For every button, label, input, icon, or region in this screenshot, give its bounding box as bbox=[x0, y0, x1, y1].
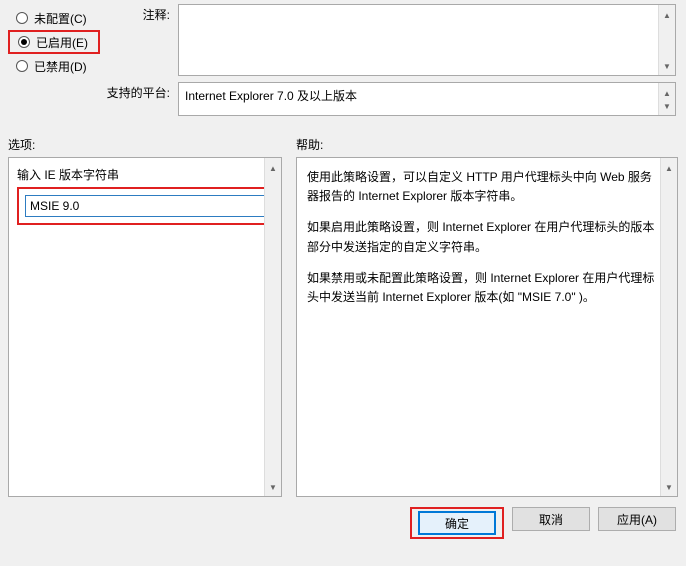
ok-button[interactable]: 确定 bbox=[418, 511, 496, 535]
scroll-down-icon[interactable]: ▼ bbox=[661, 479, 677, 496]
radio-label: 已禁用(D) bbox=[34, 58, 87, 75]
scroll-down-icon[interactable]: ▼ bbox=[265, 479, 281, 496]
comment-label: 注释: bbox=[100, 4, 178, 23]
options-label: 选项: bbox=[8, 136, 296, 153]
platform-box: Internet Explorer 7.0 及以上版本 ▲ ▼ bbox=[178, 82, 676, 116]
radio-icon bbox=[16, 12, 28, 24]
apply-button[interactable]: 应用(A) bbox=[598, 507, 676, 531]
radio-label: 已启用(E) bbox=[36, 34, 88, 51]
scrollbar[interactable]: ▲ ▼ bbox=[658, 83, 675, 115]
help-label: 帮助: bbox=[296, 136, 678, 153]
scroll-up-icon[interactable]: ▲ bbox=[265, 158, 281, 175]
radio-enabled[interactable]: 已启用(E) bbox=[8, 30, 100, 54]
scrollbar[interactable]: ▲ ▼ bbox=[660, 158, 677, 496]
radio-disabled[interactable]: 已禁用(D) bbox=[8, 54, 100, 78]
scrollbar[interactable]: ▲ ▼ bbox=[264, 158, 281, 496]
scroll-up-icon[interactable]: ▲ bbox=[661, 158, 677, 175]
platform-text: Internet Explorer 7.0 及以上版本 bbox=[185, 89, 357, 103]
scroll-up-icon[interactable]: ▲ bbox=[659, 5, 675, 22]
button-bar: 确定 取消 应用(A) bbox=[0, 497, 686, 539]
ok-highlight: 确定 bbox=[410, 507, 504, 539]
help-paragraph: 如果禁用或未配置此策略设置，则 Internet Explorer 在用户代理标… bbox=[307, 269, 655, 307]
ie-version-input[interactable] bbox=[25, 195, 265, 217]
radio-icon bbox=[16, 60, 28, 72]
scroll-down-icon[interactable]: ▼ bbox=[659, 98, 675, 115]
help-content: 使用此策略设置，可以自定义 HTTP 用户代理标头中向 Web 服务器报告的 I… bbox=[297, 158, 677, 329]
help-panel: 使用此策略设置，可以自定义 HTTP 用户代理标头中向 Web 服务器报告的 I… bbox=[296, 157, 678, 497]
option-input-highlight bbox=[17, 187, 273, 225]
cancel-button[interactable]: 取消 bbox=[512, 507, 590, 531]
comment-textarea[interactable]: ▲ ▼ bbox=[178, 4, 676, 76]
option-caption: 输入 IE 版本字符串 bbox=[9, 158, 281, 185]
radio-group: 未配置(C) 已启用(E) 已禁用(D) bbox=[8, 4, 100, 122]
radio-icon bbox=[18, 36, 30, 48]
radio-label: 未配置(C) bbox=[34, 10, 87, 27]
platform-label: 支持的平台: bbox=[100, 82, 178, 101]
scrollbar[interactable]: ▲ ▼ bbox=[658, 5, 675, 75]
options-panel: 输入 IE 版本字符串 ▲ ▼ bbox=[8, 157, 282, 497]
scroll-down-icon[interactable]: ▼ bbox=[659, 58, 675, 75]
help-paragraph: 使用此策略设置，可以自定义 HTTP 用户代理标头中向 Web 服务器报告的 I… bbox=[307, 168, 655, 206]
radio-not-configured[interactable]: 未配置(C) bbox=[8, 6, 100, 30]
help-paragraph: 如果启用此策略设置，则 Internet Explorer 在用户代理标头的版本… bbox=[307, 218, 655, 256]
